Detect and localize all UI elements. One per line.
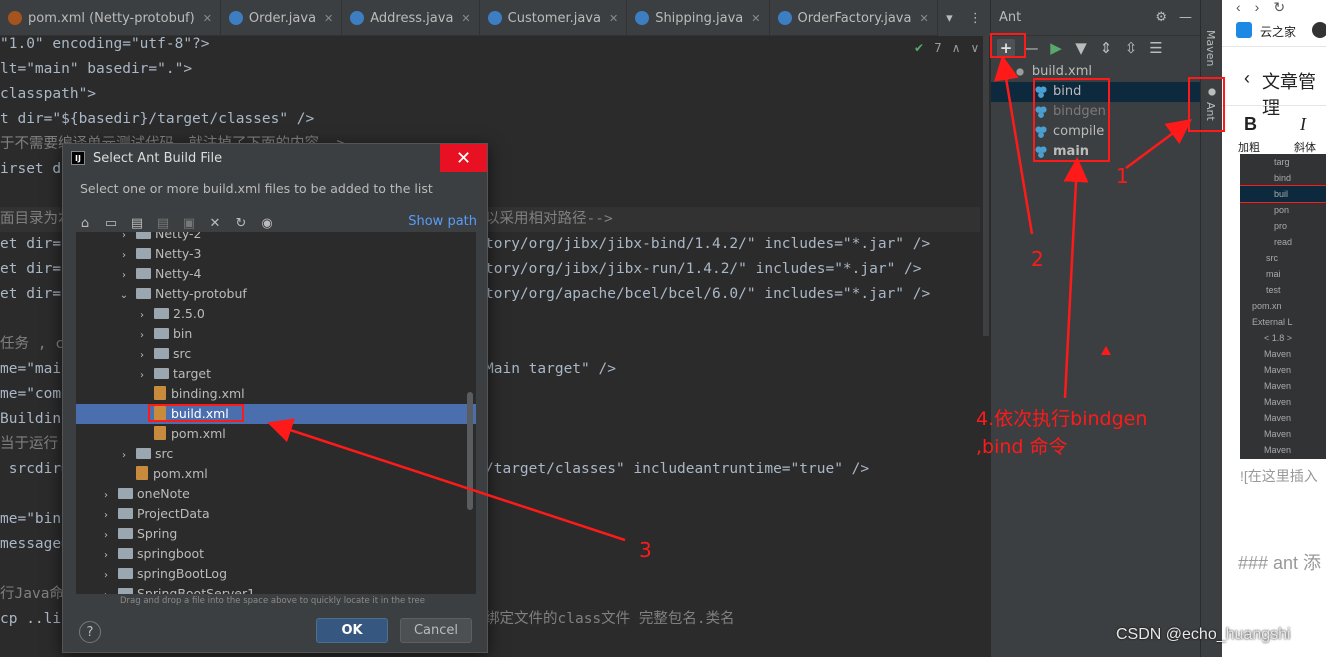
arrow-3	[267, 418, 626, 542]
csdn-watermark: CSDN @echo_huangshi	[1116, 626, 1291, 643]
arrow-2	[993, 55, 1034, 235]
arrow-1	[1125, 119, 1193, 170]
annotation-label-2: 2	[1031, 247, 1044, 271]
annotation-label-4a: 4.依次执行bindgen	[976, 408, 1148, 430]
arrow-4	[1063, 157, 1089, 399]
annotation-mark	[1101, 346, 1111, 355]
annotation-label-1: 1	[1116, 164, 1129, 188]
annotation-label-3: 3	[639, 538, 652, 562]
annotation-arrows	[267, 55, 1193, 542]
annotation-label-4b: ,bind 命令	[976, 436, 1068, 458]
